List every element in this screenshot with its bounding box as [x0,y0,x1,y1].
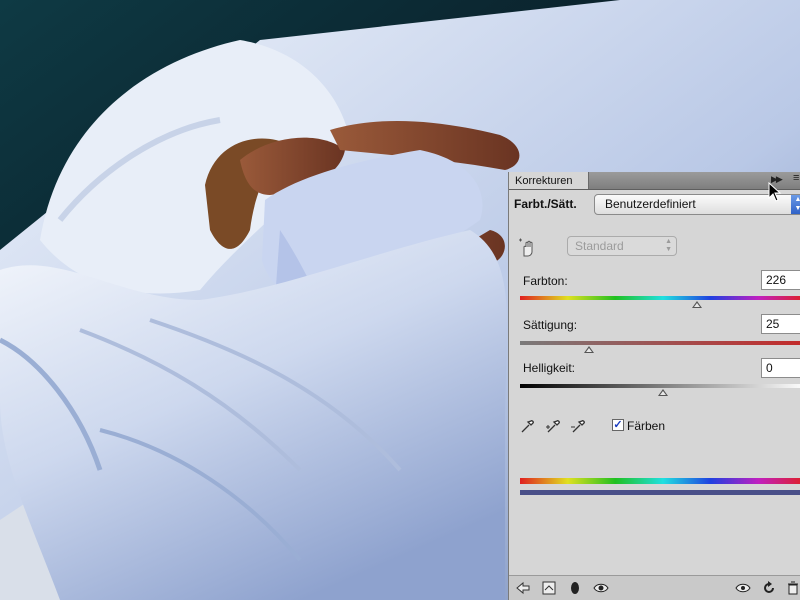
lightness-value-input[interactable]: 0 [761,358,800,378]
back-arrow-icon[interactable] [515,580,531,596]
saturation-value-input[interactable]: 25 [761,314,800,334]
adjustments-panel: Korrekturen ▶▶ ≡ Farbt./Sätt. Benutzerde… [508,172,800,600]
lightness-slider-thumb[interactable] [658,389,668,396]
eyedropper-plus-icon[interactable] [545,418,561,434]
hue-label: Farbton: [523,274,568,288]
output-color-spectrum [520,490,800,495]
eyedropper-minus-icon[interactable] [570,418,586,434]
clip-to-layer-icon[interactable] [541,580,557,596]
lightness-label: Helligkeit: [523,361,576,375]
eye-icon[interactable] [593,580,609,596]
input-color-spectrum [520,478,800,484]
eyedropper-icon[interactable] [519,418,535,434]
layer-visibility-icon[interactable] [567,580,583,596]
channel-select[interactable]: Standard ▲ ▼ [567,236,677,256]
updown-arrows-icon: ▲ ▼ [665,238,672,253]
panel-footer [509,575,800,600]
hue-value-input[interactable]: 226 [761,270,800,290]
reset-icon[interactable] [761,580,777,596]
panel-menu-icon[interactable]: ≡ [793,172,799,184]
trash-icon[interactable] [785,580,800,596]
lightness-slider-track[interactable] [520,384,800,388]
hue-slider-track[interactable] [520,296,800,300]
hue-slider-thumb[interactable] [692,301,703,308]
targeted-adjustment-hand-icon[interactable] [518,238,538,258]
saturation-label: Sättigung: [523,318,578,332]
saturation-slider-thumb[interactable] [583,346,594,353]
colorize-label: Färben [627,419,666,433]
tab-korrekturen[interactable]: Korrekturen [509,172,589,189]
preset-label: Farbt./Sätt. [514,197,577,211]
updown-arrows-icon: ▲ ▼ [791,195,800,214]
view-previous-icon[interactable] [735,580,751,596]
saturation-slider-track[interactable] [520,341,800,345]
colorize-checkbox[interactable]: ✓ [612,419,624,431]
preset-select-value: Benutzerdefiniert [605,197,696,211]
channel-select-value: Standard [575,239,624,253]
panel-tab-bar: Korrekturen ▶▶ ≡ [509,172,800,190]
mouse-cursor-icon [768,182,782,202]
